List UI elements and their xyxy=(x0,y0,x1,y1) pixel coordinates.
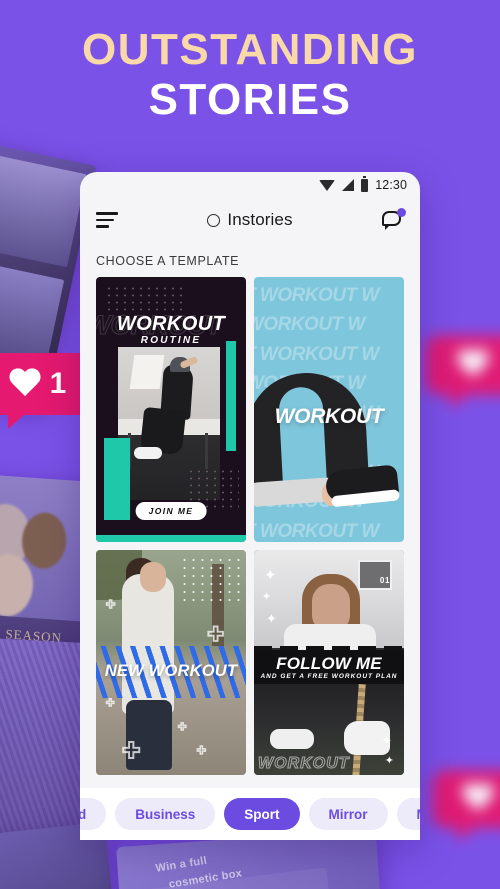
template-title: WORKOUT xyxy=(116,313,226,335)
x-marker-icon: ✚ xyxy=(105,697,115,709)
like-count: 1 xyxy=(49,367,67,400)
teal-accent-bottom xyxy=(96,535,246,542)
bubble-tail xyxy=(458,826,476,842)
like-notification-bubble-right xyxy=(425,335,500,409)
template-number-label: 01 xyxy=(379,576,390,585)
photo-person-shoe xyxy=(270,729,314,749)
chat-bubble-icon[interactable] xyxy=(382,208,406,230)
category-chip-0[interactable]: d xyxy=(80,798,107,830)
x-marker-icon: ✚ xyxy=(121,737,141,763)
x-marker-icon: ✚ xyxy=(207,623,225,646)
photo-bench-leg xyxy=(205,433,208,469)
template-subtitle: ROUTINE xyxy=(140,335,202,346)
section-title: CHOOSE A TEMPLATE xyxy=(96,254,240,268)
template-title: NEW WORKOUT xyxy=(104,662,238,680)
category-chip-sport[interactable]: Sport xyxy=(224,798,300,830)
sparkle-icon: ✦ xyxy=(266,611,277,626)
template-title: WORKOUT xyxy=(274,405,384,428)
teal-accent-right xyxy=(226,341,236,451)
x-marker-icon: ✚ xyxy=(177,721,187,733)
like-notification-bubble: 1 xyxy=(0,353,92,429)
app-title: Instories xyxy=(227,210,293,229)
signal-icon xyxy=(342,179,355,191)
teal-accent-left xyxy=(104,438,130,520)
sparkle-icon: ✦ xyxy=(264,567,277,584)
hamburger-menu-icon[interactable] xyxy=(96,212,118,228)
template-outline-text: WORKOUT xyxy=(257,755,350,773)
app-title-group: Instories xyxy=(80,210,420,230)
photo-window xyxy=(129,355,165,389)
template-card-new-workout[interactable]: ✚ ✚ ✚ ✚ ✚ ✚ NEW WORKOUT xyxy=(96,550,246,775)
x-marker-icon: ✚ xyxy=(196,744,206,757)
promo-headline: OUTSTANDING STORIES xyxy=(0,26,500,125)
category-chip-business[interactable]: Business xyxy=(115,798,216,830)
photo-person-shoe xyxy=(134,447,162,459)
sparkle-icon: ✦ xyxy=(381,733,392,748)
photo-wall-frame xyxy=(358,560,392,590)
heart-icon xyxy=(456,350,490,380)
template-title: FOLLOW ME xyxy=(276,654,382,673)
template-card-follow-me[interactable]: ✦ ✦ ✦ 01 FOLLOW ME AND GET A FREE WORKOU… xyxy=(254,550,404,775)
category-chip-mirror[interactable]: Mirror xyxy=(308,798,388,830)
x-marker-icon: ✚ xyxy=(105,598,116,611)
phone-mockup: 12:30 Instories CHOOSE A TEMPLATE WORKOU… xyxy=(80,172,420,840)
photo-person-head xyxy=(140,562,166,592)
app-bar: Instories xyxy=(80,198,420,242)
template-join-me-button[interactable]: JOIN ME xyxy=(135,502,207,520)
status-bar-time: 12:30 xyxy=(375,178,407,192)
photo-person-shoe xyxy=(324,464,400,504)
dot-pattern-decoration xyxy=(105,285,183,311)
battery-icon xyxy=(361,176,369,192)
category-chip-mind[interactable]: Mind xyxy=(396,798,420,830)
category-chip-bar[interactable]: d Business Sport Mirror Mind xyxy=(80,788,420,840)
template-card-workout-blue[interactable]: T WORKOUT WT WORKOUT WT WORKOUT WT WORKO… xyxy=(254,277,404,542)
wifi-icon xyxy=(319,179,336,191)
bubble-tail xyxy=(451,393,469,409)
template-subtitle: AND GET A FREE WORKOUT PLAN xyxy=(260,673,398,680)
heart-icon xyxy=(461,784,495,814)
template-photo-bottom: ✦ ✦ WORKOUT xyxy=(254,683,404,775)
bubble-tail xyxy=(8,413,26,429)
template-grid: WORKOUT WORKOUT ROUTINE JOIN ME T WORKOU… xyxy=(80,277,420,775)
heart-icon xyxy=(8,369,42,399)
status-bar: 12:30 xyxy=(80,172,420,198)
template-card-workout-routine[interactable]: WORKOUT WORKOUT ROUTINE JOIN ME xyxy=(96,277,246,542)
like-notification-bubble-bottom xyxy=(432,770,500,842)
dot-pattern-decoration xyxy=(180,556,242,606)
instories-ring-logo-icon xyxy=(207,213,221,227)
headline-line-2: STORIES xyxy=(148,74,352,124)
chat-badge-dot xyxy=(397,208,406,217)
sparkle-icon: ✦ xyxy=(384,755,394,767)
sparkle-icon: ✦ xyxy=(262,591,272,603)
headline-line-1: OUTSTANDING xyxy=(82,25,418,74)
